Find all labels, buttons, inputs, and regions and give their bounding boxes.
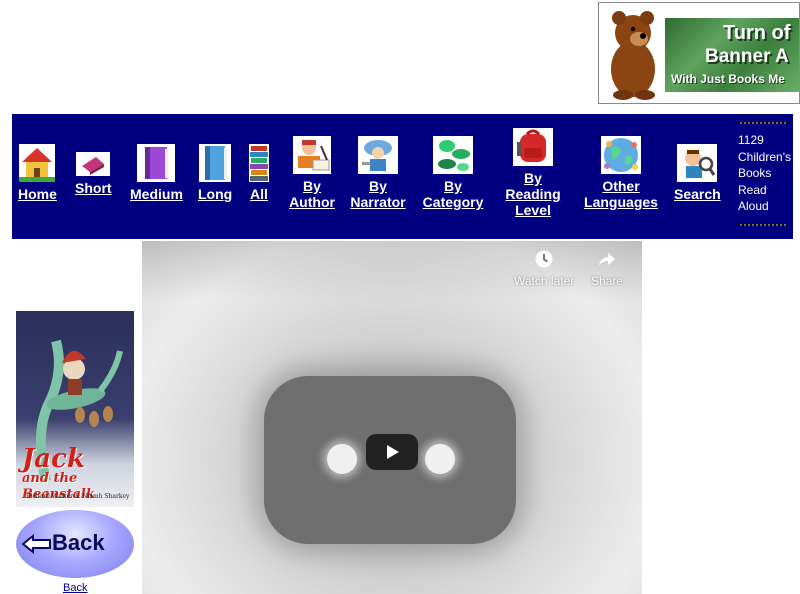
nav-label-by-reading-level: By Reading Level [505, 170, 561, 218]
author-writing-icon [293, 136, 331, 174]
nav-label-other-languages: Other Languages [584, 178, 658, 210]
banner-line-2: Banner A [705, 46, 789, 67]
nav-label-search: Search [674, 186, 721, 202]
nav-item-by-reading-level[interactable]: By Reading Level [505, 128, 561, 218]
nav-label-all: All [250, 186, 268, 202]
book-count: 1129 Children's Books Read Aloud [738, 122, 794, 226]
nav-item-search[interactable]: Search [674, 144, 721, 202]
narrator-icon [358, 136, 398, 174]
share-icon [599, 253, 616, 266]
globe-icon [601, 136, 641, 174]
banner-background: Turn of Banner A With Just Books Me [665, 18, 799, 92]
purple-book-icon [137, 144, 176, 182]
left-arrow-icon [22, 534, 51, 554]
nav-label-home: Home [18, 186, 57, 202]
banner-line-1: Turn of [723, 22, 791, 44]
small-book-icon [76, 152, 111, 176]
nav-label-by-narrator: By Narrator [350, 178, 406, 210]
bear-icon [611, 11, 655, 100]
play-icon [387, 445, 399, 459]
book-stack-icon [249, 144, 269, 182]
back-link[interactable]: Back [63, 582, 87, 594]
blue-book-icon [199, 144, 232, 182]
house-icon [19, 144, 56, 182]
cover-authors: Richard Walker & Niamh Sharkey [26, 493, 130, 500]
nav-item-medium[interactable]: Medium [130, 144, 183, 202]
watch-later-button[interactable]: Watch later [514, 249, 574, 288]
play-button[interactable] [366, 434, 418, 470]
thumbnail-dot-left [327, 444, 357, 474]
nav-label-medium: Medium [130, 186, 183, 202]
nav-item-all[interactable]: All [249, 144, 269, 202]
nav-item-other-languages[interactable]: Other Languages [584, 136, 658, 210]
video-player[interactable]: Watch later Share [142, 241, 642, 594]
nav-item-long[interactable]: Long [198, 144, 232, 202]
nav-item-by-narrator[interactable]: By Narrator [350, 136, 406, 210]
nav-bar: Home Short Medium Long All By Author By … [12, 114, 793, 239]
book-count-text: 1129 Children's Books Read Aloud [738, 133, 791, 213]
nav-label-long: Long [198, 186, 233, 202]
book-cover: Jack and the Beanstalk Richard Walker & … [16, 311, 134, 507]
clock-icon [535, 250, 553, 268]
nav-item-home[interactable]: Home [18, 144, 57, 202]
nav-item-by-author[interactable]: By Author [289, 136, 335, 210]
nav-label-short: Short [75, 180, 112, 196]
nav-item-by-category[interactable]: By Category [422, 136, 484, 210]
nav-label-by-category: By Category [422, 178, 484, 210]
nav-label-by-author: By Author [289, 178, 335, 210]
backpack-icon [513, 128, 553, 166]
share-button[interactable]: Share [591, 249, 623, 288]
nav-item-short[interactable]: Short [75, 152, 112, 196]
dashed-divider [738, 224, 788, 226]
cover-title-line-1: Jack [22, 444, 85, 474]
animals-icon [433, 136, 473, 174]
banner-ad[interactable]: Turn of Banner A With Just Books Me [598, 2, 800, 104]
back-button[interactable]: Back [16, 510, 134, 578]
share-label: Share [591, 274, 624, 288]
watch-later-label: Watch later [514, 274, 575, 288]
banner-line-3: With Just Books Me [671, 72, 785, 86]
thumbnail-dot-right [425, 444, 455, 474]
dashed-divider [738, 122, 788, 124]
back-button-label: Back [52, 530, 105, 555]
magnifier-kid-icon [677, 144, 718, 182]
